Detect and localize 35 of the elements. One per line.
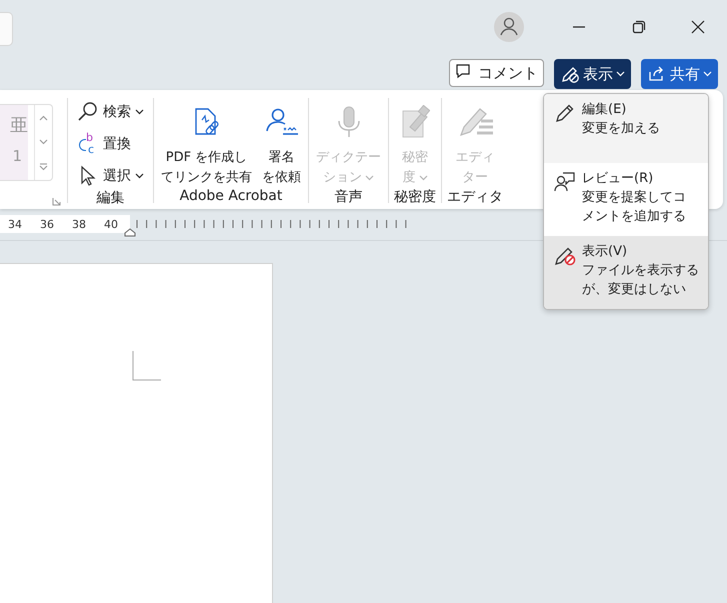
share-button[interactable]: 共有 — [641, 59, 718, 90]
person-speech-icon — [554, 171, 576, 193]
search-icon — [77, 101, 99, 124]
ruler-number: 36 — [40, 218, 55, 230]
group-label: 秘密度 — [394, 188, 436, 208]
menu-item[interactable]: レビュー(R) 変更を提案してコ メントを追加する — [544, 163, 708, 236]
style-number: 1 — [12, 147, 23, 166]
ruler-number: 34 — [8, 218, 23, 230]
menu-item[interactable]: 表示(V) ファイルを表示する が、変更はしない — [544, 236, 708, 309]
ribbon-button[interactable]: 検索 — [73, 99, 148, 126]
account-avatar-icon[interactable] — [494, 12, 524, 42]
document-tag-icon — [400, 105, 430, 140]
view-button[interactable]: 表示 — [554, 59, 631, 90]
ruler-number: 38 — [72, 218, 87, 230]
expand-gallery-icon[interactable] — [39, 163, 48, 172]
menu-item[interactable]: 編集(E) 変更を加える — [544, 94, 708, 163]
ribbon-button[interactable]: PDF を作成し てリンクを共有 — [159, 90, 254, 188]
comment-button[interactable]: コメント — [449, 59, 544, 88]
group-label: Adobe Acrobat — [180, 188, 282, 206]
scroll-down-icon[interactable] — [39, 138, 48, 145]
close-icon[interactable] — [691, 20, 705, 34]
ribbon-button[interactable]: 選択 — [73, 163, 148, 190]
group-label: 編集 — [96, 189, 124, 208]
ruler-number: 40 — [104, 218, 119, 230]
text-boundary-mark — [132, 351, 162, 381]
pencil-icon — [554, 102, 576, 124]
person-signature-icon — [264, 107, 298, 138]
ribbon-button[interactable]: 署名 を依頼 — [260, 90, 303, 188]
indent-marker-icon[interactable] — [124, 228, 136, 237]
group-label: 音声 — [334, 188, 362, 208]
microphone-icon — [336, 105, 362, 140]
dialog-launcher-icon[interactable] — [52, 197, 61, 206]
restore-icon[interactable] — [632, 20, 646, 34]
group-label: エディタ — [447, 188, 503, 208]
scroll-up-icon[interactable] — [39, 114, 48, 121]
